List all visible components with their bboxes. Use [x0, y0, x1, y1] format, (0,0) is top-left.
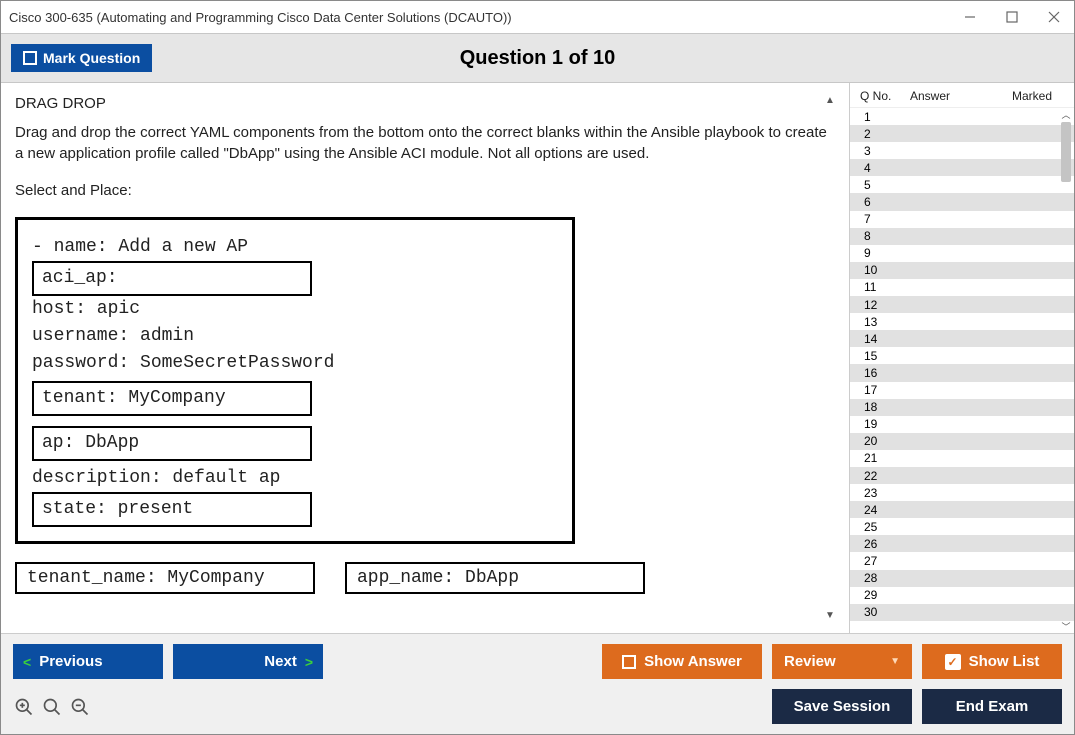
- minimize-icon[interactable]: [958, 5, 982, 29]
- chevron-right-icon: >: [305, 654, 313, 670]
- scroll-down-icon[interactable]: ▼: [823, 610, 837, 621]
- question-list-row[interactable]: 25: [850, 518, 1074, 535]
- app-window: Cisco 300-635 (Automating and Programmin…: [0, 0, 1075, 735]
- question-list-header: Q No. Answer Marked: [850, 83, 1074, 107]
- close-icon[interactable]: [1042, 5, 1066, 29]
- question-list-row[interactable]: 21: [850, 450, 1074, 467]
- window-controls: [958, 5, 1066, 29]
- question-list-row[interactable]: 17: [850, 382, 1074, 399]
- drag-item-app-name[interactable]: app_name: DbApp: [345, 562, 645, 594]
- question-list-row[interactable]: 23: [850, 484, 1074, 501]
- zoom-out-icon[interactable]: [69, 696, 91, 718]
- previous-label: Previous: [39, 653, 102, 670]
- question-list-row[interactable]: 27: [850, 552, 1074, 569]
- question-type-label: DRAG DROP: [15, 95, 835, 112]
- scroll-down-icon[interactable]: ﹀: [1060, 620, 1072, 633]
- toolbar: Mark Question Question 1 of 10: [1, 33, 1074, 83]
- code-line: username: admin: [20, 323, 570, 350]
- show-list-label: Show List: [969, 653, 1040, 670]
- save-session-label: Save Session: [794, 698, 891, 715]
- checkbox-icon: [622, 655, 636, 669]
- question-list-row[interactable]: 7: [850, 211, 1074, 228]
- question-content: ▲ ▼ DRAG DROP Drag and drop the correct …: [1, 83, 849, 633]
- mark-question-label: Mark Question: [43, 50, 140, 66]
- question-list-row[interactable]: 16: [850, 364, 1074, 381]
- titlebar: Cisco 300-635 (Automating and Programmin…: [1, 1, 1074, 33]
- scroll-up-icon[interactable]: ▲: [823, 95, 837, 106]
- chevron-left-icon: <: [23, 654, 31, 670]
- question-list-row[interactable]: 11: [850, 279, 1074, 296]
- next-button[interactable]: Next >: [173, 644, 323, 679]
- save-session-button[interactable]: Save Session: [772, 689, 912, 724]
- code-line: description: default ap: [20, 465, 570, 492]
- question-list-row[interactable]: 26: [850, 535, 1074, 552]
- question-list-row[interactable]: 4: [850, 159, 1074, 176]
- question-list-row[interactable]: 19: [850, 416, 1074, 433]
- main-area: ▲ ▼ DRAG DROP Drag and drop the correct …: [1, 83, 1074, 633]
- check-icon: ✓: [945, 654, 961, 670]
- question-list[interactable]: ︿ ﹀ 123456789101112131415161718192021222…: [850, 107, 1074, 633]
- footer-row-2: Save Session End Exam: [1, 689, 1074, 734]
- drop-target-ap[interactable]: ap: DbApp: [32, 426, 312, 461]
- drag-item-tenant-name[interactable]: tenant_name: MyCompany: [15, 562, 315, 594]
- maximize-icon[interactable]: [1000, 5, 1024, 29]
- review-button[interactable]: Review ▼: [772, 644, 912, 679]
- drop-target-module[interactable]: aci_ap:: [32, 261, 312, 296]
- header-marked: Marked: [990, 89, 1070, 103]
- show-list-button[interactable]: ✓ Show List: [922, 644, 1062, 679]
- end-exam-button[interactable]: End Exam: [922, 689, 1062, 724]
- question-list-row[interactable]: 20: [850, 433, 1074, 450]
- question-list-row[interactable]: 2: [850, 125, 1074, 142]
- playbook-codebox: - name: Add a new AP aci_ap: host: apic …: [15, 217, 575, 544]
- zoom-reset-icon[interactable]: [41, 696, 63, 718]
- header-qno: Q No.: [860, 89, 910, 103]
- question-list-row[interactable]: 10: [850, 262, 1074, 279]
- scroll-thumb[interactable]: [1061, 122, 1071, 182]
- show-answer-button[interactable]: Show Answer: [602, 644, 762, 679]
- drop-target-state[interactable]: state: present: [32, 492, 312, 527]
- show-answer-label: Show Answer: [644, 653, 742, 670]
- previous-button[interactable]: < Previous: [13, 644, 163, 679]
- drop-target-tenant[interactable]: tenant: MyCompany: [32, 381, 312, 416]
- question-list-panel: Q No. Answer Marked ︿ ﹀ 1234567891011121…: [849, 83, 1074, 633]
- code-line: password: SomeSecretPassword: [20, 350, 570, 377]
- question-list-row[interactable]: 1: [850, 108, 1074, 125]
- question-instructions: Drag and drop the correct YAML component…: [15, 122, 835, 164]
- question-list-row[interactable]: 15: [850, 347, 1074, 364]
- question-list-row[interactable]: 8: [850, 228, 1074, 245]
- header-answer: Answer: [910, 89, 990, 103]
- question-list-row[interactable]: 6: [850, 193, 1074, 210]
- question-list-scrollbar[interactable]: ︿ ﹀: [1060, 108, 1072, 633]
- drag-source-row: tenant_name: MyCompany app_name: DbApp: [15, 562, 835, 594]
- zoom-controls: [13, 696, 91, 718]
- question-list-row[interactable]: 28: [850, 570, 1074, 587]
- question-list-row[interactable]: 24: [850, 501, 1074, 518]
- end-exam-label: End Exam: [956, 698, 1029, 715]
- question-list-row[interactable]: 22: [850, 467, 1074, 484]
- question-list-row[interactable]: 14: [850, 330, 1074, 347]
- mark-question-button[interactable]: Mark Question: [11, 44, 152, 72]
- question-list-row[interactable]: 3: [850, 142, 1074, 159]
- chevron-down-icon: ▼: [890, 656, 900, 667]
- code-line: - name: Add a new AP: [20, 234, 570, 261]
- code-line: host: apic: [20, 296, 570, 323]
- checkbox-icon: [23, 51, 37, 65]
- question-list-row[interactable]: 5: [850, 176, 1074, 193]
- footer-row-1: < Previous Next > Show Answer Review ▼ ✓…: [1, 633, 1074, 689]
- zoom-in-icon[interactable]: [13, 696, 35, 718]
- question-list-row[interactable]: 12: [850, 296, 1074, 313]
- select-place-label: Select and Place:: [15, 182, 835, 199]
- window-title: Cisco 300-635 (Automating and Programmin…: [9, 8, 512, 27]
- question-list-row[interactable]: 30: [850, 604, 1074, 621]
- question-list-row[interactable]: 13: [850, 313, 1074, 330]
- review-label: Review: [784, 653, 836, 670]
- next-label: Next: [264, 653, 297, 670]
- scroll-up-icon[interactable]: ︿: [1060, 108, 1072, 121]
- question-list-row[interactable]: 9: [850, 245, 1074, 262]
- question-list-row[interactable]: 29: [850, 587, 1074, 604]
- question-header: Question 1 of 10: [1, 47, 1074, 70]
- question-list-row[interactable]: 18: [850, 399, 1074, 416]
